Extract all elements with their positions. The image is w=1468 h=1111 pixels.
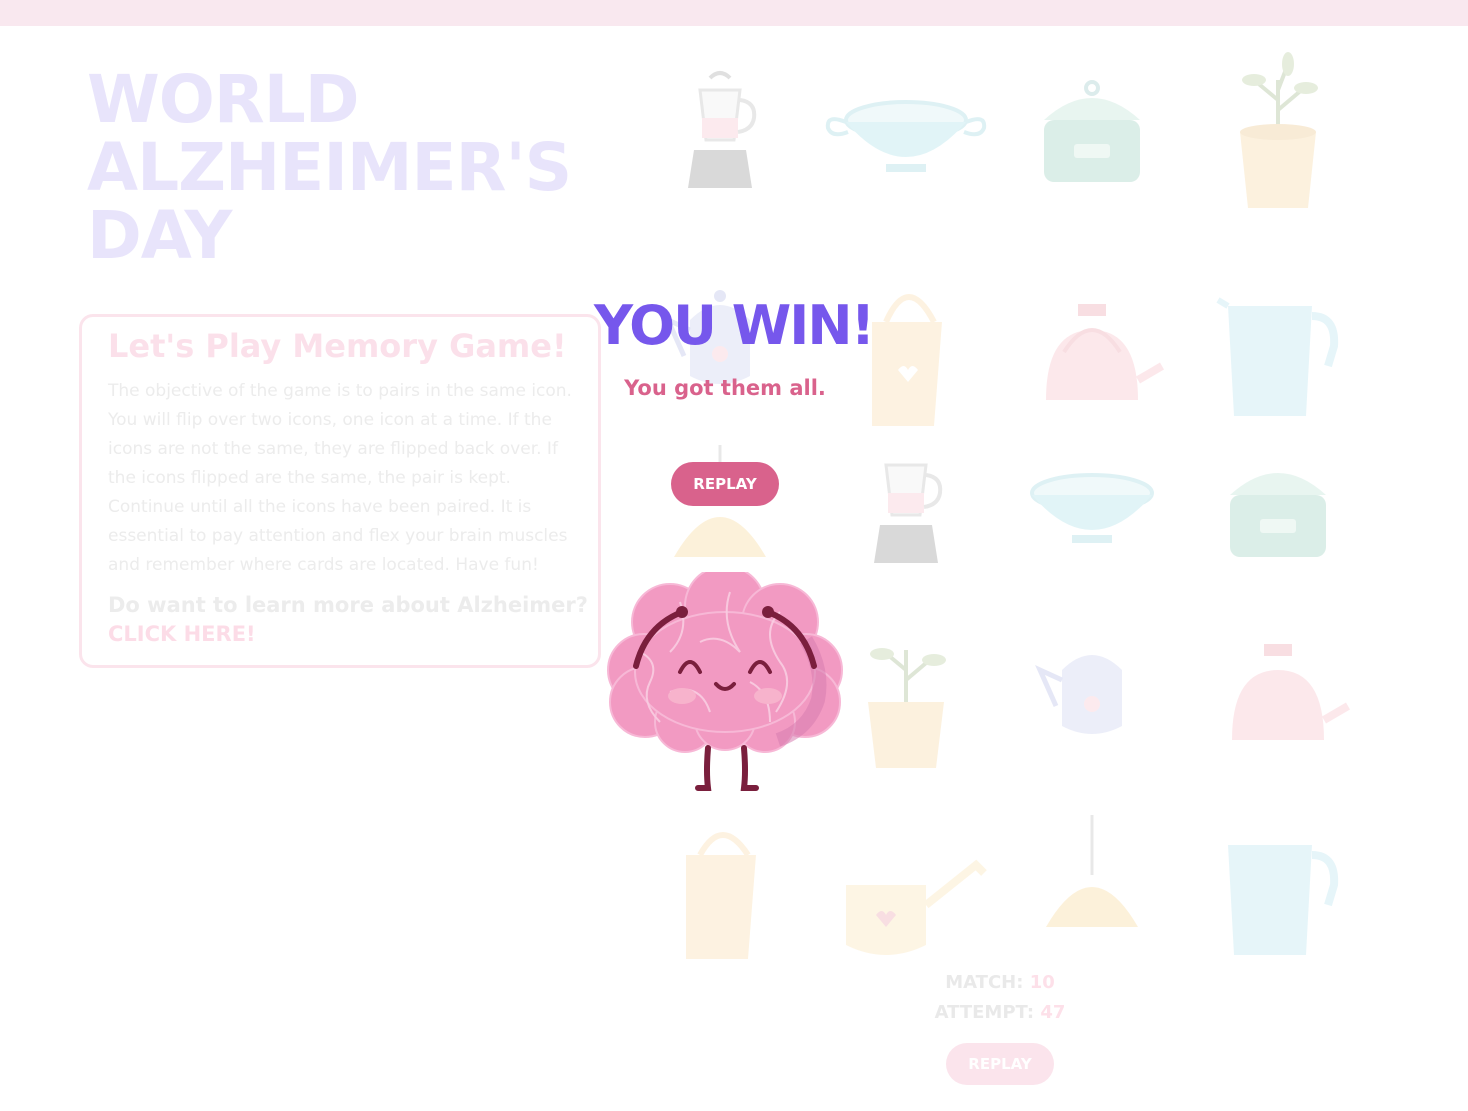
win-replay-button[interactable]: REPLAY bbox=[671, 462, 779, 506]
score-panel: MATCH: 10 ATTEMPT: 47 bbox=[900, 968, 1100, 1028]
instructions-panel: Let's Play Memory Game! The objective of… bbox=[79, 314, 601, 668]
pitcher-icon bbox=[1216, 297, 1339, 416]
memory-card[interactable] bbox=[816, 40, 996, 220]
learn-more-question: Do want to learn more about Alzheimer? bbox=[108, 593, 588, 617]
memory-card[interactable] bbox=[1188, 40, 1368, 220]
memory-card[interactable] bbox=[630, 40, 810, 220]
memory-card[interactable] bbox=[1002, 445, 1182, 625]
memory-card[interactable] bbox=[630, 815, 810, 995]
attempt-count: 47 bbox=[1040, 1002, 1066, 1023]
memory-card[interactable] bbox=[1188, 630, 1368, 810]
replay-button[interactable]: REPLAY bbox=[946, 1043, 1054, 1085]
coffee-pot-icon bbox=[1035, 655, 1122, 734]
cooking-pot-icon bbox=[1044, 80, 1140, 182]
tureen-icon bbox=[825, 100, 987, 172]
page-title: WORLD ALZHEIMER'S DAY bbox=[87, 66, 607, 270]
win-title: YOU WIN! bbox=[594, 294, 875, 357]
memory-card[interactable] bbox=[1002, 40, 1182, 220]
kettle-icon bbox=[1232, 644, 1351, 740]
cooking-pot-icon bbox=[1230, 473, 1326, 557]
title-line: ALZHEIMER'S bbox=[87, 129, 572, 206]
memory-card[interactable] bbox=[1002, 630, 1182, 810]
win-subtitle: You got them all. bbox=[624, 376, 826, 400]
game-page-background: WORLD ALZHEIMER'S DAY Let's Play Memory … bbox=[0, 0, 1468, 1111]
match-count: 10 bbox=[1029, 972, 1055, 993]
title-line: WORLD bbox=[87, 61, 360, 138]
memory-card[interactable] bbox=[1188, 815, 1368, 995]
match-row: MATCH: 10 bbox=[900, 968, 1100, 998]
happy-brain-icon bbox=[607, 572, 843, 791]
attempt-label: ATTEMPT: bbox=[934, 1002, 1035, 1023]
memory-card[interactable] bbox=[1188, 445, 1368, 625]
memory-card[interactable] bbox=[1002, 260, 1182, 440]
tureen-icon bbox=[1030, 473, 1154, 543]
learn-more-link[interactable]: CLICK HERE! bbox=[108, 622, 256, 646]
instructions-heading: Let's Play Memory Game! bbox=[108, 327, 567, 365]
attempt-row: ATTEMPT: 47 bbox=[900, 998, 1100, 1028]
potted-plant-icon bbox=[1240, 52, 1318, 208]
kettle-icon bbox=[1046, 304, 1165, 400]
match-label: MATCH: bbox=[945, 972, 1024, 993]
pitcher-icon bbox=[1228, 845, 1339, 955]
memory-card[interactable] bbox=[1188, 260, 1368, 440]
tote-bag-icon bbox=[686, 832, 756, 959]
blender-icon bbox=[688, 71, 757, 188]
instructions-text: The objective of the game is to pairs in… bbox=[108, 381, 572, 575]
title-line: DAY bbox=[87, 197, 232, 274]
